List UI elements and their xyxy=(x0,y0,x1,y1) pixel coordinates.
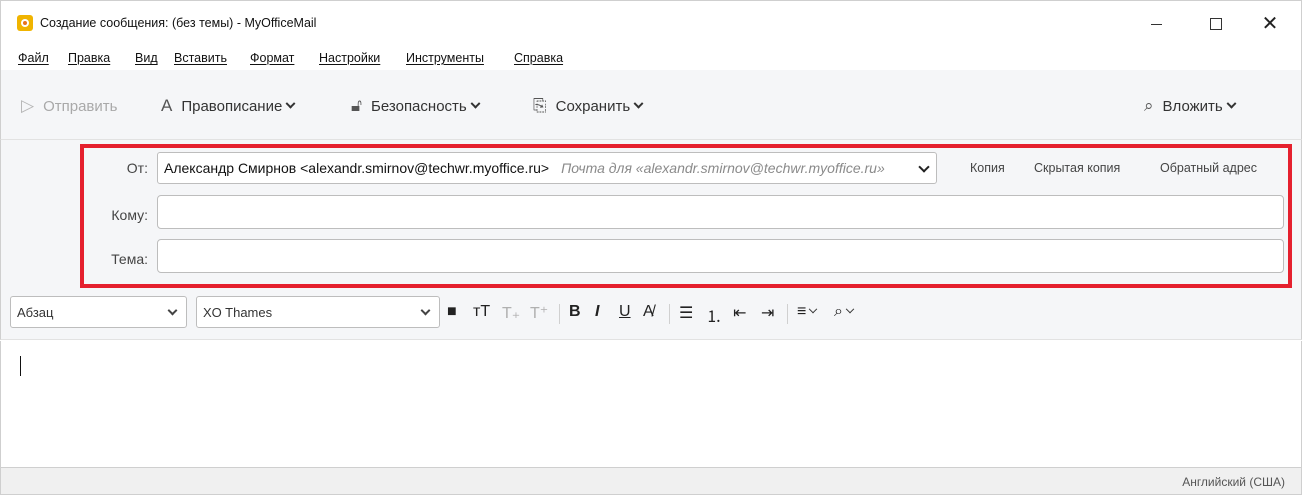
maximize-button[interactable] xyxy=(1193,9,1239,39)
attach-label: Вложить xyxy=(1162,97,1223,115)
underline-icon: U xyxy=(619,303,631,320)
indent-icon: ⇥ xyxy=(761,305,775,322)
menu-bar: Файл Правка Вид Вставить Формат Настройк… xyxy=(0,46,1302,70)
spelling-button[interactable]: A Правописание xyxy=(161,96,296,116)
maximize-icon xyxy=(1210,18,1222,30)
save-label: Сохранить xyxy=(555,97,631,115)
chevron-down-icon xyxy=(633,98,644,109)
chevron-down-icon xyxy=(167,305,178,316)
italic-icon: I xyxy=(595,303,600,320)
menu-insert[interactable]: Вставить xyxy=(174,51,227,65)
chevron-down-icon xyxy=(470,98,481,109)
chevron-down-icon xyxy=(845,304,855,314)
bullet-list-button[interactable]: ☰ xyxy=(679,303,693,323)
app-logo-icon xyxy=(17,15,33,31)
clear-format-icon: A̸ xyxy=(643,303,654,320)
security-label: Безопасность xyxy=(371,97,467,115)
menu-file[interactable]: Файл xyxy=(18,51,49,65)
security-button[interactable]: 🔓︎ Безопасность xyxy=(351,96,481,116)
text-color-button[interactable]: ■ xyxy=(447,303,457,321)
font-value: XO Thames xyxy=(203,304,273,320)
bold-button[interactable]: B xyxy=(569,303,581,321)
bold-icon: B xyxy=(569,303,581,320)
increase-font-icon: T⁺ xyxy=(530,305,549,322)
align-button[interactable]: ≡ xyxy=(797,303,818,321)
separator xyxy=(787,304,788,324)
status-bar: Английский (США) xyxy=(0,467,1302,495)
chevron-down-icon xyxy=(809,304,818,314)
separator xyxy=(559,304,560,324)
minimize-button[interactable] xyxy=(1133,9,1179,39)
lock-icon: 🔓︎ xyxy=(351,96,363,115)
font-size-button[interactable]: ᴛT xyxy=(473,303,490,321)
paperclip-icon: ⌕ xyxy=(834,303,843,320)
message-body-editor[interactable] xyxy=(0,341,1302,467)
chevron-down-icon xyxy=(420,305,431,316)
outdent-button[interactable]: ⇤ xyxy=(733,303,746,323)
paperclip-icon: ⌕ xyxy=(1144,96,1154,115)
close-icon: ✕ xyxy=(1261,13,1279,35)
paragraph-style-select[interactable]: Абзац xyxy=(10,296,187,328)
font-size-icon: ᴛT xyxy=(473,303,491,320)
menu-tools[interactable]: Инструменты xyxy=(406,51,484,65)
insert-attachment-button[interactable]: ⌕ xyxy=(834,303,855,321)
spelling-label: Правописание xyxy=(181,97,283,115)
save-button[interactable]: ⎘ Сохранить xyxy=(533,96,644,116)
close-button[interactable]: ✕ xyxy=(1247,9,1293,39)
menu-help[interactable]: Справка xyxy=(514,51,563,65)
bullet-list-icon: ☰ xyxy=(679,305,694,322)
menu-view[interactable]: Вид xyxy=(135,51,158,65)
menu-format[interactable]: Формат xyxy=(250,51,294,65)
menu-edit[interactable]: Правка xyxy=(68,51,110,65)
format-toolbar: Абзац XO Thames ■ ᴛT T₊ T⁺ B I U A̸ ☰ ⒈ … xyxy=(0,290,1302,340)
outdent-icon: ⇤ xyxy=(733,305,747,322)
send-label: Отправить xyxy=(43,97,118,115)
menu-settings[interactable]: Настройки xyxy=(319,51,380,65)
paragraph-style-value: Абзац xyxy=(17,304,54,320)
indent-button[interactable]: ⇥ xyxy=(761,303,774,323)
save-icon: ⎘ xyxy=(533,96,547,115)
chevron-down-icon xyxy=(285,98,296,109)
italic-button[interactable]: I xyxy=(595,303,599,321)
language-indicator[interactable]: Английский (США) xyxy=(1182,475,1285,489)
highlight-frame xyxy=(80,144,1292,288)
attach-button[interactable]: ⌕ Вложить xyxy=(1144,96,1237,116)
chevron-down-icon xyxy=(1226,98,1237,109)
align-icon: ≡ xyxy=(797,303,807,320)
numbered-list-button[interactable]: ⒈ xyxy=(706,303,722,327)
separator xyxy=(669,304,670,324)
clear-format-button[interactable]: A̸ xyxy=(643,303,654,321)
increase-font-button[interactable]: T⁺ xyxy=(530,303,548,323)
main-toolbar: ▷ Отправить A Правописание 🔓︎ Безопаснос… xyxy=(0,70,1302,140)
numbered-list-icon: ⒈ xyxy=(706,309,723,326)
underline-button[interactable]: U xyxy=(619,303,631,321)
title-bar: Создание сообщения: (без темы) - MyOffic… xyxy=(0,0,1302,46)
send-button[interactable]: ▷ Отправить xyxy=(21,96,117,116)
font-select[interactable]: XO Thames xyxy=(196,296,440,328)
decrease-font-button[interactable]: T₊ xyxy=(502,303,520,323)
spelling-icon: A xyxy=(161,96,173,115)
send-icon: ▷ xyxy=(21,96,35,115)
minimize-icon xyxy=(1150,23,1162,25)
text-cursor xyxy=(20,356,21,376)
text-color-icon: ■ xyxy=(447,303,457,320)
decrease-font-icon: T₊ xyxy=(502,305,521,322)
window-title: Создание сообщения: (без темы) - MyOffic… xyxy=(40,16,317,30)
